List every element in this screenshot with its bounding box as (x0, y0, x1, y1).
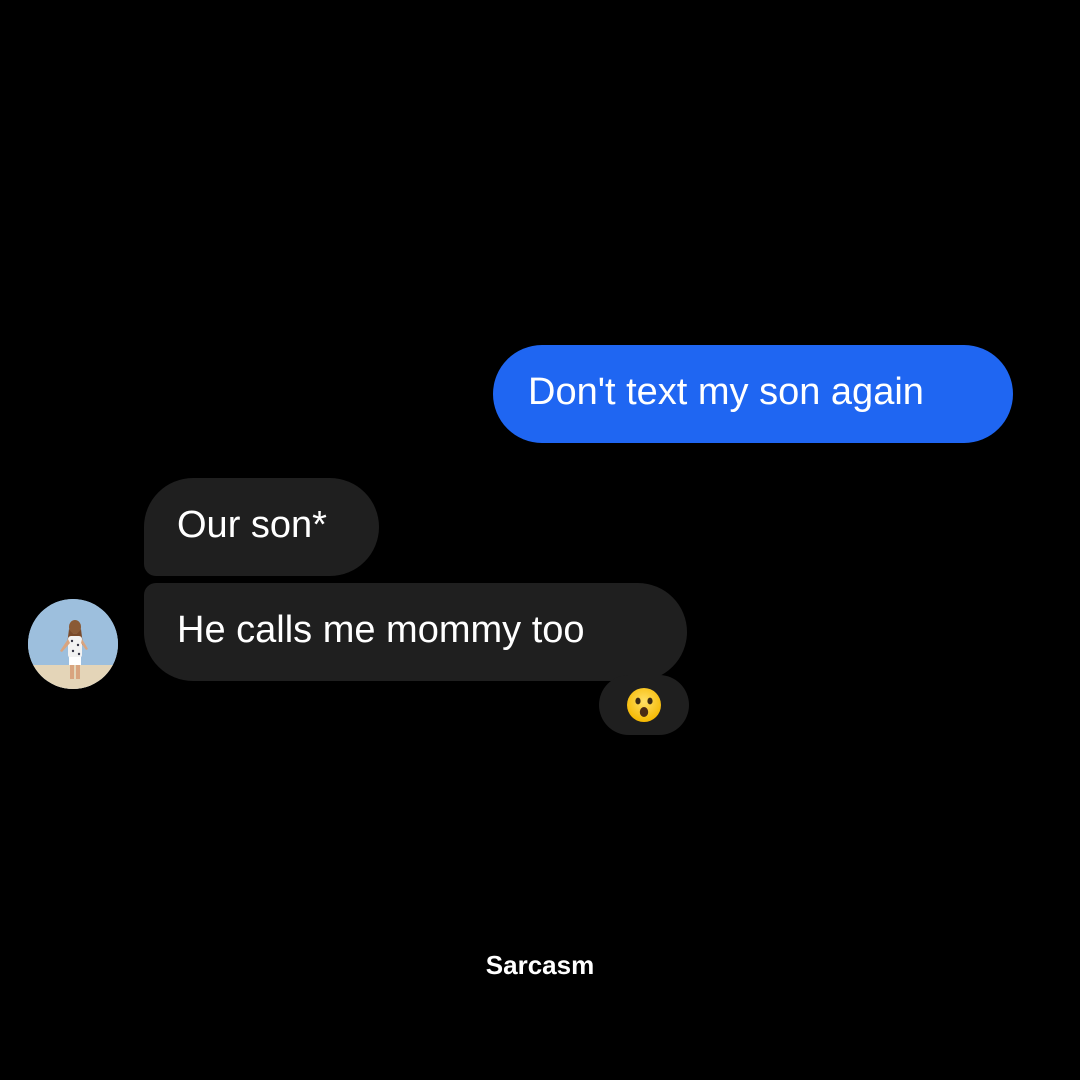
message-text: Our son* (177, 504, 327, 546)
contact-avatar[interactable] (28, 599, 118, 689)
outgoing-message-bubble[interactable]: Don't text my son again (493, 345, 1013, 443)
incoming-message-bubble[interactable]: Our son* (144, 478, 379, 576)
message-reaction[interactable] (599, 675, 689, 735)
message-text: He calls me mommy too (177, 609, 585, 651)
astonished-face-icon (627, 688, 661, 722)
caption-text: Sarcasm (485, 950, 595, 980)
incoming-message-bubble[interactable]: He calls me mommy too (144, 583, 687, 681)
profile-photo-avatar (28, 599, 118, 689)
message-text: Don't text my son again (528, 371, 924, 413)
